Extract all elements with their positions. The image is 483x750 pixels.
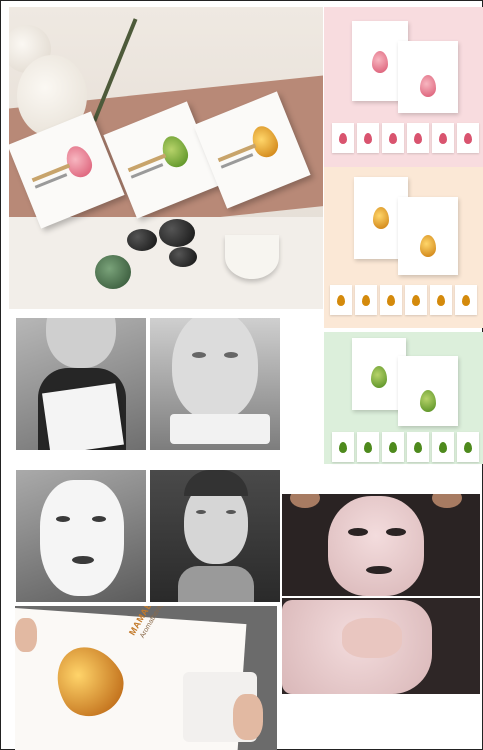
step-smell-mask-photo	[150, 318, 280, 450]
sachet	[457, 432, 479, 462]
sachet	[380, 285, 402, 315]
sachet	[355, 285, 377, 315]
spa-stone	[169, 247, 197, 267]
sachet	[432, 432, 454, 462]
sachet	[332, 123, 354, 153]
sheet-mask-texture-photo	[282, 598, 480, 694]
product-sachet	[398, 41, 458, 113]
step-result-photo	[150, 470, 280, 602]
step-open-sachet-photo	[16, 318, 146, 450]
sachet	[407, 123, 429, 153]
sachet	[382, 123, 404, 153]
sachet	[407, 432, 429, 462]
sachet	[432, 123, 454, 153]
sheet-mask-held-photo	[282, 494, 480, 596]
sachet	[357, 123, 379, 153]
sachet	[357, 432, 379, 462]
spa-stone	[159, 219, 195, 247]
peach-product-panel	[324, 167, 483, 328]
sachet	[430, 285, 452, 315]
product-sachet	[398, 356, 458, 426]
sachet	[455, 285, 477, 315]
sachet	[457, 123, 479, 153]
pink-product-panel	[324, 7, 483, 167]
mortar-bowl	[225, 235, 279, 279]
product-sachet	[398, 197, 458, 275]
hero-product-photo	[9, 7, 323, 309]
sachet-in-hand-photo: MAMABABY Aromatherapy Mask	[15, 606, 277, 750]
sachet	[405, 285, 427, 315]
step-apply-mask-photo	[16, 470, 146, 602]
spa-stone	[127, 229, 157, 251]
green-jar	[95, 255, 131, 289]
green-product-panel	[324, 332, 483, 464]
sachet	[330, 285, 352, 315]
sachet	[382, 432, 404, 462]
sachet	[332, 432, 354, 462]
